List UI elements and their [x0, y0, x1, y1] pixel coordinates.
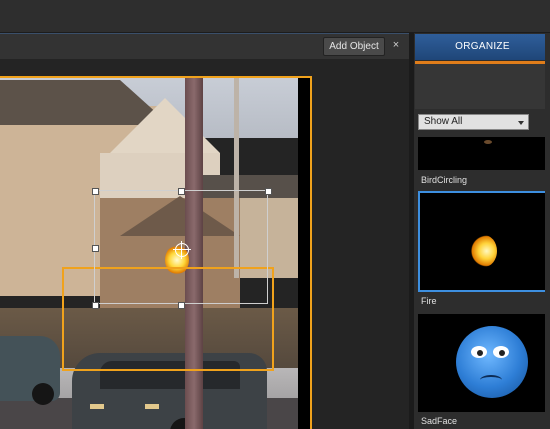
fire-thumbnail-image [471, 235, 497, 267]
thumbnail-label: SadFace [421, 416, 458, 426]
organize-subpanel [415, 64, 550, 109]
resize-handle[interactable] [178, 188, 185, 195]
resize-handle[interactable] [92, 302, 99, 309]
video-van-headlight [145, 404, 159, 409]
thumbnail-label: Fire [421, 296, 437, 306]
video-van-headlight [90, 404, 104, 409]
resize-handle[interactable] [92, 245, 99, 252]
resize-handle[interactable] [92, 188, 99, 195]
video-car-wheel [32, 383, 54, 405]
add-object-button[interactable]: Add Object [323, 37, 385, 56]
crosshair-icon[interactable] [173, 241, 191, 259]
resize-handle[interactable] [265, 188, 272, 195]
top-bar [0, 0, 550, 33]
video-gable [110, 98, 220, 153]
close-icon[interactable]: × [390, 38, 402, 52]
thumbnail-label: BirdCircling [421, 175, 468, 185]
bird-thumbnail-image [484, 140, 492, 144]
video-edge [298, 78, 310, 429]
chevron-down-icon[interactable] [518, 121, 524, 125]
sadface-mouth [480, 375, 502, 385]
sadface-thumbnail-image [456, 326, 528, 398]
resize-handle[interactable] [178, 302, 185, 309]
sadface-pupil [477, 350, 483, 356]
sadface-pupil [499, 350, 505, 356]
filter-dropdown[interactable]: Show All [418, 114, 529, 130]
tab-organize[interactable]: ORGANIZE [415, 34, 550, 60]
thumbnail-scrollbar[interactable] [545, 33, 550, 429]
